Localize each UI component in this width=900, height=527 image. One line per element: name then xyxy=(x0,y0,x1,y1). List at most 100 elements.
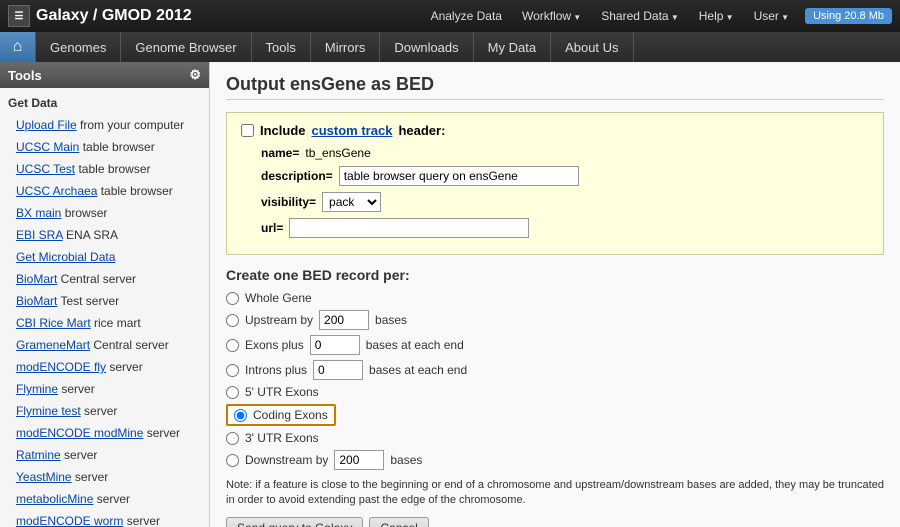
sidebar-item-ucsc-test[interactable]: UCSC Test table browser xyxy=(0,158,209,180)
radio-5utr-input[interactable] xyxy=(226,386,239,399)
custom-track-form: Include custom track header: name= tb_en… xyxy=(226,112,884,255)
url-label: url= xyxy=(261,221,283,235)
header-label: header: xyxy=(398,123,445,138)
description-input[interactable] xyxy=(339,166,579,186)
radio-5utr-exons: 5' UTR Exons xyxy=(226,385,884,399)
radio-3utr-input[interactable] xyxy=(226,432,239,445)
visibility-label: visibility= xyxy=(261,195,316,209)
include-checkbox[interactable] xyxy=(241,124,254,137)
custom-track-link[interactable]: custom track xyxy=(312,123,393,138)
nav-genome-browser[interactable]: Genome Browser xyxy=(121,32,251,62)
sidebar-item-metabolicmine[interactable]: metabolicMine server xyxy=(0,488,209,510)
sidebar-item-ratmine[interactable]: Ratmine server xyxy=(0,444,209,466)
introns-plus-suffix: bases at each end xyxy=(369,363,467,377)
app-logo: ☰ Galaxy / GMOD 2012 xyxy=(8,5,423,27)
sidebar-item-gramenemart[interactable]: GrameneMart Central server xyxy=(0,334,209,356)
radio-whole-gene: Whole Gene xyxy=(226,291,884,305)
nav-user[interactable]: User xyxy=(746,6,797,26)
radio-whole-gene-label: Whole Gene xyxy=(245,291,312,305)
sidebar-item-bx-main[interactable]: BX main browser xyxy=(0,202,209,224)
nav-about-us[interactable]: About Us xyxy=(551,32,633,62)
page-title: Output ensGene as BED xyxy=(226,74,884,100)
downstream-value-input[interactable] xyxy=(334,450,384,470)
note-text: Note: if a feature is close to the begin… xyxy=(226,478,884,509)
sidebar-item-get-microbial[interactable]: Get Microbial Data xyxy=(0,246,209,268)
sidebar-item-ucsc-main[interactable]: UCSC Main table browser xyxy=(0,136,209,158)
cancel-button[interactable]: Cancel xyxy=(369,517,428,527)
radio-coding-exons: Coding Exons xyxy=(226,404,884,426)
nav-shared-data-dropdown: Shared Data xyxy=(593,9,687,23)
exons-plus-value-input[interactable] xyxy=(310,335,360,355)
nav-tools[interactable]: Tools xyxy=(252,32,311,62)
sidebar-item-upload-file[interactable]: Upload File from your computer xyxy=(0,114,209,136)
radio-3utr-label: 3' UTR Exons xyxy=(245,431,319,445)
radio-5utr-label: 5' UTR Exons xyxy=(245,385,319,399)
radio-introns-plus-label: Introns plus xyxy=(245,363,307,377)
radio-coding-exons-label: Coding Exons xyxy=(253,408,328,422)
send-query-button[interactable]: Send query to Galaxy xyxy=(226,517,363,527)
sidebar-item-yeastmine[interactable]: YeastMine server xyxy=(0,466,209,488)
visibility-select[interactable]: pack full dense hide xyxy=(322,192,381,212)
nav-downloads[interactable]: Downloads xyxy=(380,32,473,62)
radio-downstream-label: Downstream by xyxy=(245,453,328,467)
description-row: description= xyxy=(261,166,869,186)
coding-exons-highlight: Coding Exons xyxy=(226,404,336,426)
radio-exons-plus: Exons plus bases at each end xyxy=(226,335,884,355)
sidebar-item-biomart-test[interactable]: BioMart Test server xyxy=(0,290,209,312)
buttons-row: Send query to Galaxy Cancel xyxy=(226,517,884,527)
nav-genomes[interactable]: Genomes xyxy=(36,32,121,62)
radio-downstream: Downstream by bases xyxy=(226,450,884,470)
sidebar-content: Get Data Upload File from your computer … xyxy=(0,88,209,527)
sidebar-header: Tools ⚙ xyxy=(0,62,209,88)
radio-coding-exons-input[interactable] xyxy=(234,409,247,422)
visibility-row: visibility= pack full dense hide xyxy=(261,192,869,212)
downstream-suffix: bases xyxy=(390,453,422,467)
include-label: Include xyxy=(260,123,306,138)
nav-help[interactable]: Help xyxy=(691,6,742,26)
logo-icon: ☰ xyxy=(8,5,30,27)
sidebar-title: Tools xyxy=(8,68,42,83)
nav-user-dropdown: User xyxy=(746,9,797,23)
radio-exons-plus-label: Exons plus xyxy=(245,338,304,352)
radio-whole-gene-input[interactable] xyxy=(226,292,239,305)
radio-downstream-input[interactable] xyxy=(226,454,239,467)
radio-introns-plus-input[interactable] xyxy=(226,364,239,377)
url-row: url= xyxy=(261,218,869,238)
name-row: name= tb_ensGene xyxy=(261,146,869,160)
sidebar-item-biomart-central[interactable]: BioMart Central server xyxy=(0,268,209,290)
top-nav: Analyze Data Workflow Shared Data Help U… xyxy=(423,6,797,26)
upstream-value-input[interactable] xyxy=(319,310,369,330)
sidebar-item-flymine[interactable]: Flymine server xyxy=(0,378,209,400)
exons-plus-suffix: bases at each end xyxy=(366,338,464,352)
content-area: Output ensGene as BED Include custom tra… xyxy=(210,62,900,527)
secondary-nav: ⌂ Genomes Genome Browser Tools Mirrors D… xyxy=(0,32,900,62)
url-input[interactable] xyxy=(289,218,529,238)
sidebar-item-ucsc-archaea[interactable]: UCSC Archaea table browser xyxy=(0,180,209,202)
sidebar-item-modencode-worm[interactable]: modENCODE worm server xyxy=(0,510,209,527)
nav-shared-data[interactable]: Shared Data xyxy=(593,6,687,26)
include-row: Include custom track header: xyxy=(241,123,869,138)
sidebar-item-cbi-rice-mart[interactable]: CBI Rice Mart rice mart xyxy=(0,312,209,334)
sidebar-settings-icon[interactable]: ⚙ xyxy=(189,67,201,83)
nav-workflow[interactable]: Workflow xyxy=(514,6,589,26)
nav-my-data[interactable]: My Data xyxy=(474,32,551,62)
sidebar-item-modencode-fly[interactable]: modENCODE fly server xyxy=(0,356,209,378)
top-bar: ☰ Galaxy / GMOD 2012 Analyze Data Workfl… xyxy=(0,0,900,32)
description-label: description= xyxy=(261,169,333,183)
radio-upstream-label: Upstream by xyxy=(245,313,313,327)
nav-analyze-data[interactable]: Analyze Data xyxy=(423,6,510,26)
sidebar-section-get-data: Get Data xyxy=(0,92,209,114)
secondary-nav-items: Genomes Genome Browser Tools Mirrors Dow… xyxy=(36,32,634,62)
name-value: tb_ensGene xyxy=(305,146,370,160)
radio-upstream-input[interactable] xyxy=(226,314,239,327)
home-button[interactable]: ⌂ xyxy=(0,32,36,62)
radio-exons-plus-input[interactable] xyxy=(226,339,239,352)
sidebar-item-ebi-sra[interactable]: EBI SRA ENA SRA xyxy=(0,224,209,246)
introns-plus-value-input[interactable] xyxy=(313,360,363,380)
nav-workflow-dropdown: Workflow xyxy=(514,9,589,23)
sidebar-item-flymine-test[interactable]: Flymine test server xyxy=(0,400,209,422)
bed-section-title: Create one BED record per: xyxy=(226,267,884,283)
sidebar-item-modencode-modmine[interactable]: modENCODE modMine server xyxy=(0,422,209,444)
app-title: Galaxy / GMOD 2012 xyxy=(36,7,192,25)
nav-mirrors[interactable]: Mirrors xyxy=(311,32,380,62)
